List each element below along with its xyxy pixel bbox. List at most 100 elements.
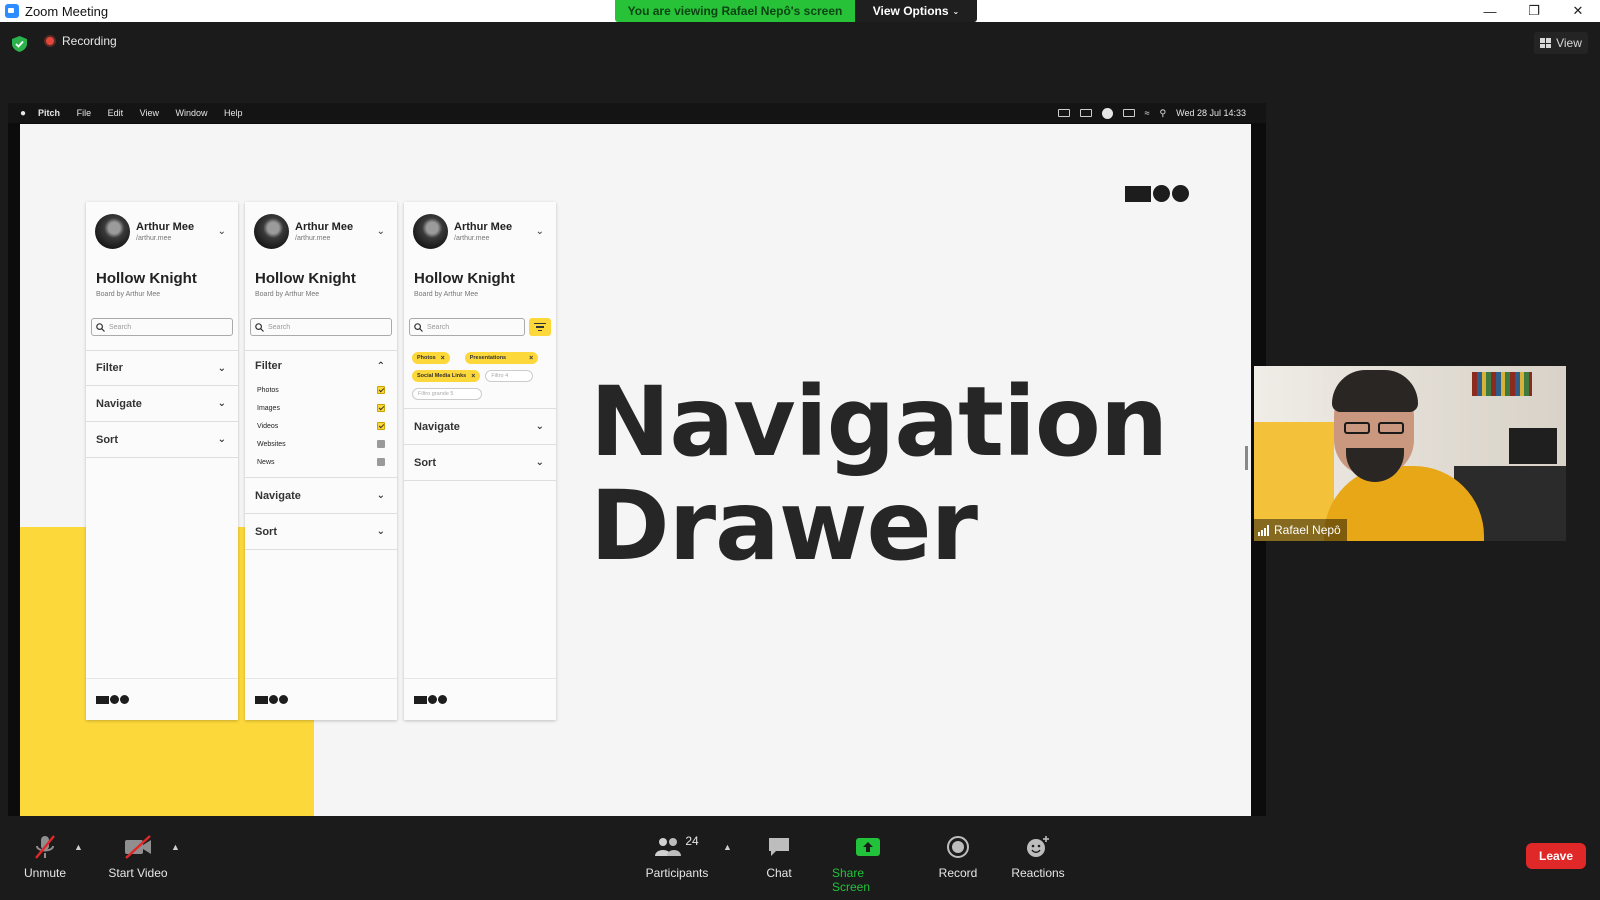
chevron-down-icon: ⌄: [535, 457, 544, 468]
checkbox-checked[interactable]: [377, 422, 385, 430]
zoom-app-icon: [5, 4, 19, 18]
menu-edit: Edit: [107, 108, 124, 118]
avatar: [254, 213, 289, 249]
checkbox-unchecked[interactable]: [377, 458, 385, 466]
share-screen-button[interactable]: Share Screen: [832, 834, 904, 894]
close-icon[interactable]: ×: [441, 355, 445, 362]
section-sort[interactable]: Sort ⌄: [86, 422, 238, 458]
user-header[interactable]: Arthur Mee /arthur.mee ⌄: [86, 202, 238, 260]
participants-label: Participants: [645, 866, 709, 880]
grid-view-icon: [1540, 38, 1552, 48]
filter-button[interactable]: [529, 318, 551, 336]
board-title: Hollow Knight: [414, 270, 515, 287]
board-info: Hollow Knight Board by Arthur Mee: [245, 260, 397, 310]
reactions-button[interactable]: Reactions: [1010, 834, 1066, 880]
play-icon: [1101, 107, 1113, 119]
video-options-caret-icon[interactable]: ▲: [171, 842, 180, 852]
view-label: View: [1556, 36, 1582, 50]
filter-option[interactable]: Images: [245, 399, 397, 417]
menu-file: File: [76, 108, 92, 118]
filter-option[interactable]: Websites: [245, 435, 397, 453]
participants-caret-icon[interactable]: ▲: [723, 842, 732, 852]
security-shield-icon[interactable]: [12, 36, 27, 52]
section-label: Navigate: [255, 489, 301, 502]
search-placeholder: Search: [268, 323, 291, 331]
chat-icon: [767, 834, 791, 860]
mac-menu-items: Pitch File Edit View Window Help: [26, 108, 243, 118]
section-filter[interactable]: Filter ⌃: [245, 351, 397, 381]
view-button[interactable]: View: [1534, 32, 1588, 54]
chevron-down-icon: ⌄: [376, 526, 385, 537]
section-navigate[interactable]: Navigate ⌄: [86, 386, 238, 422]
board-title: Hollow Knight: [96, 270, 197, 287]
filter-chip[interactable]: Photos ×: [412, 352, 450, 364]
filter-expanded: Filter ⌃ Photos Images Videos Websites Ne…: [245, 350, 397, 478]
board-subtitle: Board by Arthur Mee: [96, 291, 161, 298]
audio-options-caret-icon[interactable]: ▲: [74, 842, 83, 852]
filter-option[interactable]: News: [245, 453, 397, 471]
close-icon[interactable]: ×: [471, 373, 475, 380]
search-input[interactable]: Search: [409, 318, 525, 336]
chevron-down-icon: ⌄: [217, 434, 226, 445]
chip-label: Social Media Links: [417, 373, 467, 379]
unmute-button[interactable]: Unmute: [22, 834, 68, 880]
filter-chip[interactable]: Social Media Links ×: [412, 370, 481, 382]
section-sort[interactable]: Sort ⌄: [404, 445, 556, 481]
recording-indicator[interactable]: Recording: [44, 34, 117, 48]
search-icon: [414, 322, 423, 332]
close-icon[interactable]: ✕: [1556, 0, 1600, 22]
participant-name-tag: Rafael Nepô: [1254, 519, 1347, 541]
filter-chip-empty[interactable]: Filtro grande 5: [412, 388, 482, 400]
filter-option[interactable]: Videos: [245, 417, 397, 435]
user-handle: /arthur.mee: [454, 234, 490, 242]
search-placeholder: Search: [427, 323, 450, 331]
user-header[interactable]: Arthur Mee /arthur.mee ⌄: [404, 202, 556, 260]
section-label: Sort: [96, 433, 118, 446]
chat-button[interactable]: Chat: [757, 834, 801, 880]
chevron-down-icon: ⌄: [217, 225, 226, 237]
checkbox-checked[interactable]: [377, 386, 385, 394]
section-navigate[interactable]: Navigate ⌄: [404, 409, 556, 445]
pane-resize-handle[interactable]: [1245, 446, 1248, 470]
close-icon[interactable]: ×: [529, 355, 533, 362]
record-button[interactable]: Record: [934, 834, 982, 880]
user-header[interactable]: Arthur Mee /arthur.mee ⌄: [245, 202, 397, 260]
user-name: Arthur Mee: [136, 220, 195, 233]
checkbox-unchecked[interactable]: [377, 440, 385, 448]
drawer-panel-chips: Arthur Mee /arthur.mee ⌄ Hollow Knight B…: [404, 202, 556, 720]
filter-chip[interactable]: Presentations ×: [464, 352, 539, 364]
board-info: Hollow Knight Board by Arthur Mee: [404, 260, 556, 310]
filter-option[interactable]: Photos: [245, 381, 397, 399]
participant-name: Rafael Nepô: [1274, 523, 1341, 537]
filter-chips: Photos × Presentations × Social Media Link…: [404, 344, 556, 409]
minimize-icon[interactable]: —: [1468, 0, 1512, 22]
search-placeholder: Search: [109, 323, 132, 331]
user-name: Arthur Mee: [454, 220, 513, 233]
board-subtitle: Board by Arthur Mee: [414, 291, 479, 298]
participant-video[interactable]: Rafael Nepô: [1254, 366, 1566, 541]
participants-count: 24: [685, 834, 699, 848]
restore-icon[interactable]: ❐: [1512, 0, 1556, 22]
avatar: [413, 213, 448, 249]
search-input[interactable]: Search: [250, 318, 392, 336]
section-filter[interactable]: Filter ⌄: [86, 350, 238, 386]
filter-chip-empty[interactable]: Filtro 4: [485, 370, 534, 382]
start-video-button[interactable]: Start Video: [108, 834, 168, 880]
menu-pitch: Pitch: [38, 108, 61, 118]
view-options-button[interactable]: View Options ⌄: [855, 0, 977, 22]
checkbox-checked[interactable]: [377, 404, 385, 412]
window-controls: — ❐ ✕: [1468, 0, 1600, 22]
option-label: Videos: [257, 422, 279, 430]
participants-button[interactable]: 24 Participants: [642, 834, 712, 880]
section-sort[interactable]: Sort ⌄: [245, 514, 397, 550]
section-label: Filter: [255, 360, 282, 372]
share-screen-label: Share Screen: [832, 866, 871, 894]
section-navigate[interactable]: Navigate ⌄: [245, 478, 397, 514]
search-input[interactable]: Search: [91, 318, 233, 336]
section-label: Sort: [414, 456, 436, 469]
drawer-panel-collapsed: Arthur Mee /arthur.mee ⌄ Hollow Knight B…: [86, 202, 238, 720]
mac-status-icons: ≈ ⚲ Wed 28 Jul 14:33: [1057, 103, 1246, 123]
unmute-label: Unmute: [23, 866, 67, 880]
viewing-banner: You are viewing Rafael Nepô's screen Vie…: [615, 0, 977, 22]
leave-button[interactable]: Leave: [1526, 843, 1586, 869]
